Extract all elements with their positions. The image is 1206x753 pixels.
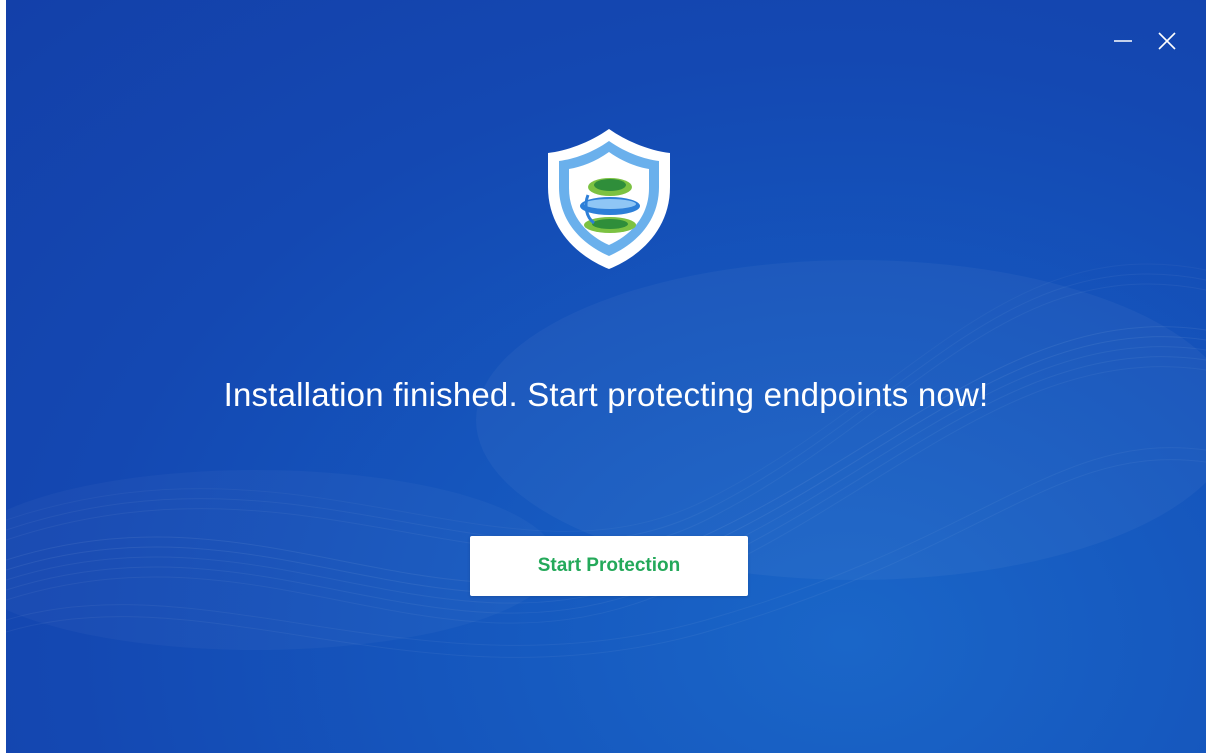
minimize-button[interactable] <box>1112 30 1134 52</box>
close-icon <box>1158 32 1176 50</box>
shield-globe-icon <box>548 129 670 269</box>
install-finished-message: Installation finished. Start protecting … <box>223 376 989 413</box>
window-controls <box>1112 30 1178 52</box>
start-protection-button[interactable]: Start Protection <box>470 536 748 596</box>
close-button[interactable] <box>1156 30 1178 52</box>
minimize-icon <box>1114 40 1132 42</box>
installer-window: Installation finished. Start protecting … <box>6 0 1206 753</box>
